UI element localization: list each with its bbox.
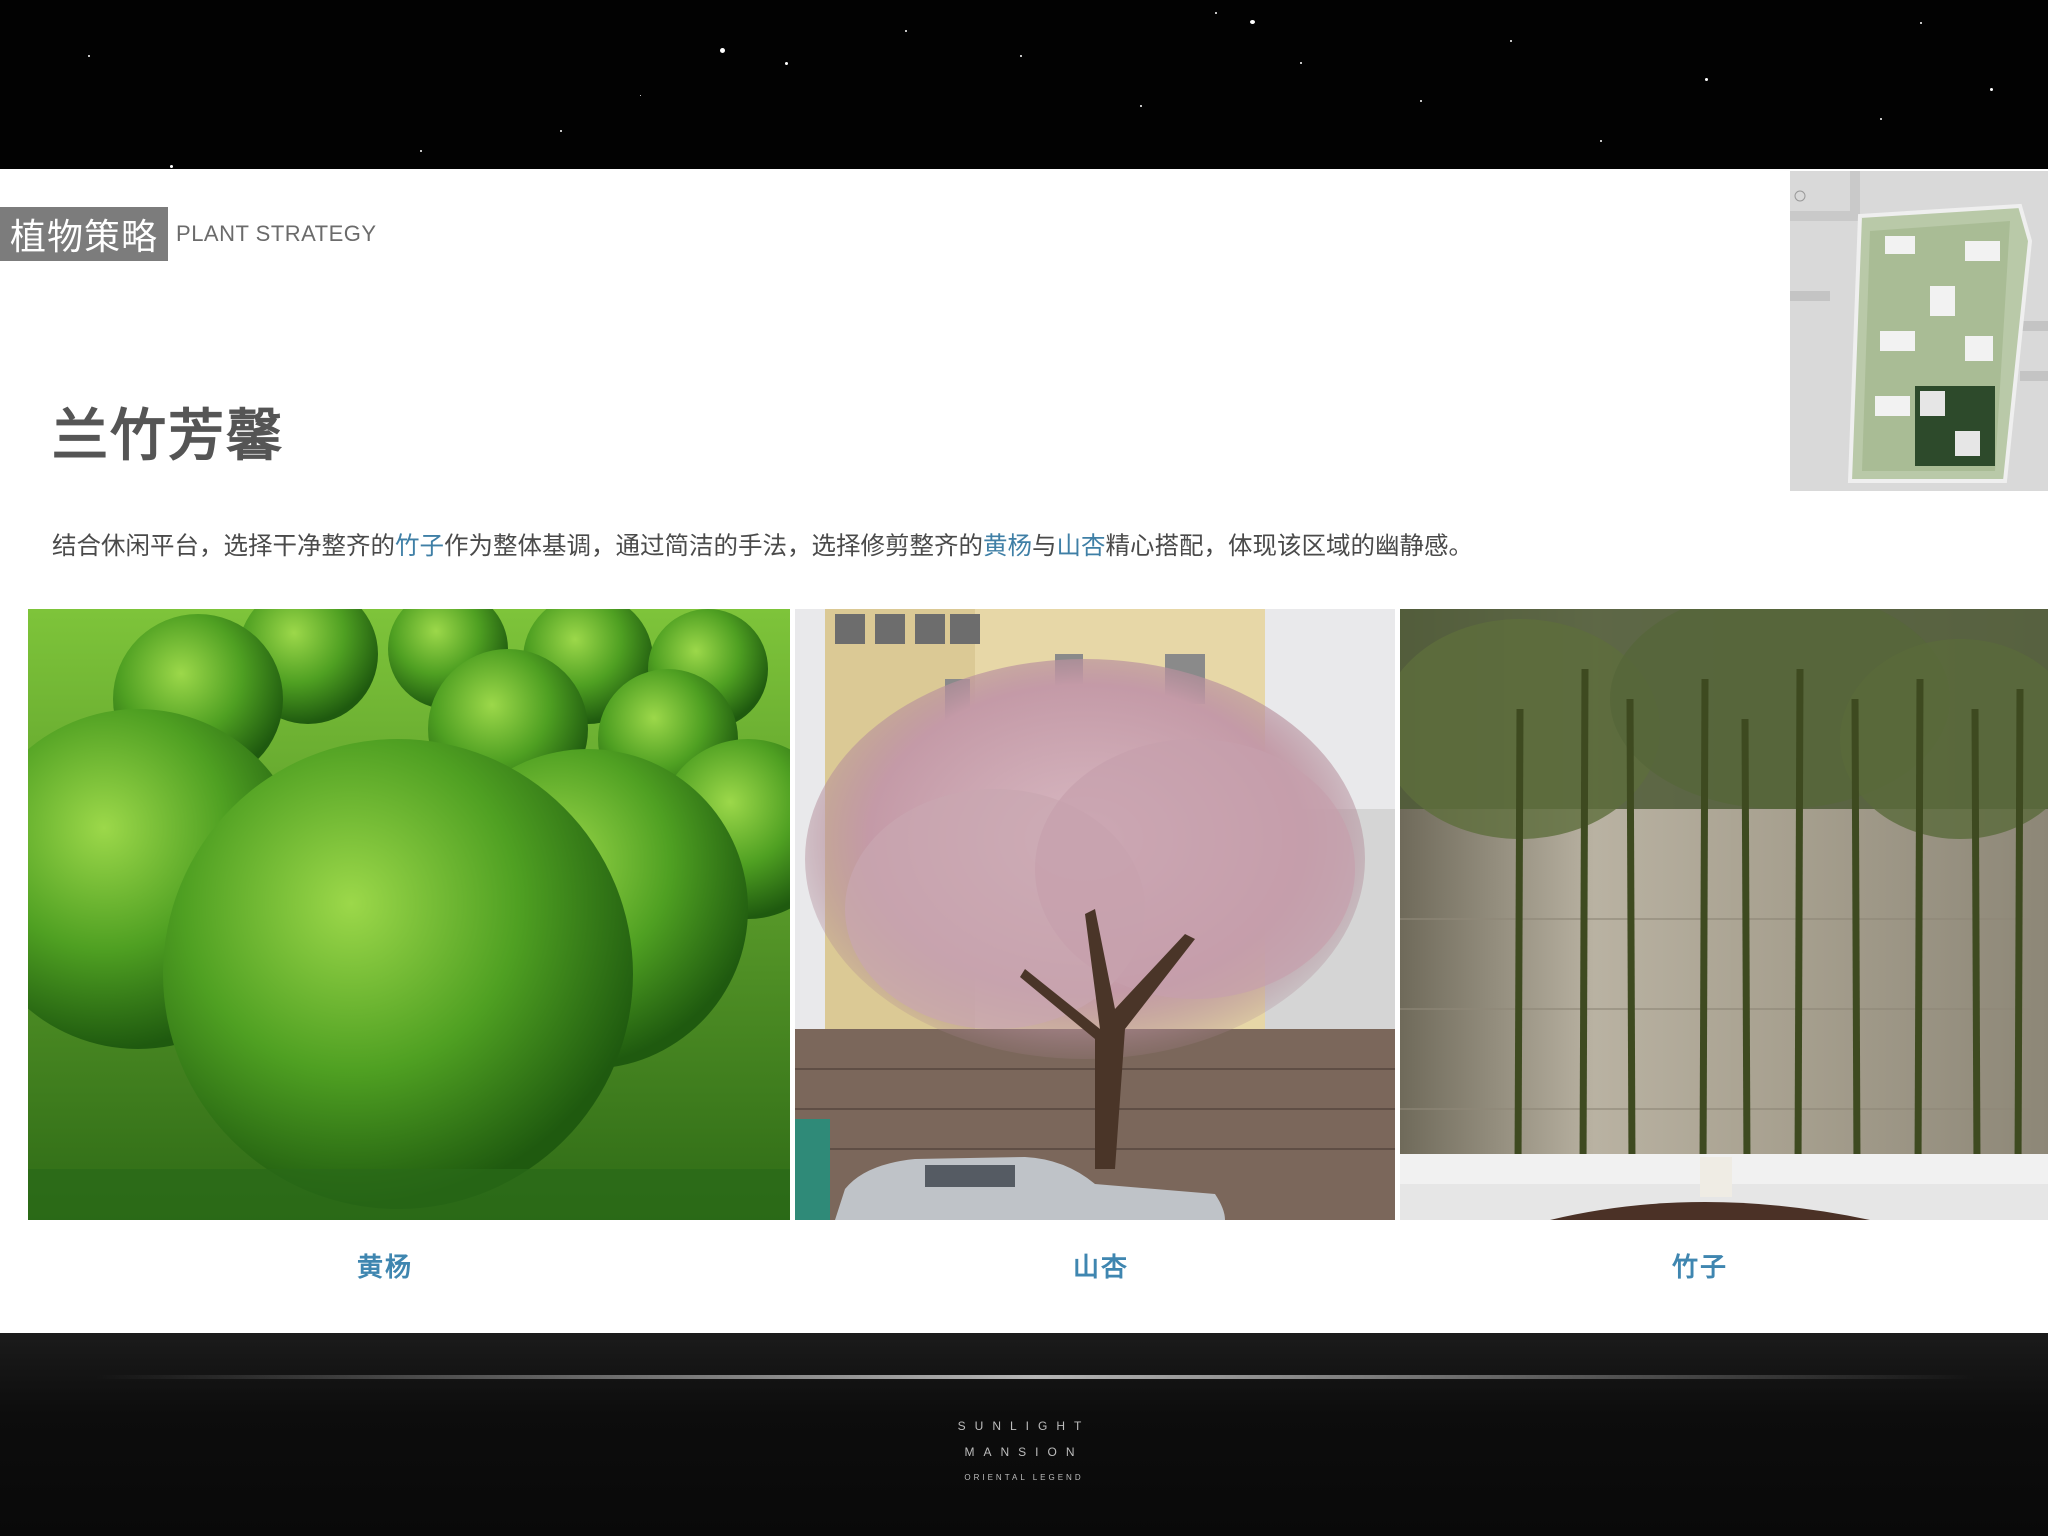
brand-line-3: ORIENTAL LEGEND <box>964 1473 1084 1482</box>
desc-plant-bamboo: 竹子 <box>395 531 444 560</box>
footer-band: SUNLIGHT MANSION ORIENTAL LEGEND <box>0 1333 2048 1536</box>
section-tag: 植物策略 PLANT STRATEGY <box>0 207 377 261</box>
caption-apricot: 山杏 <box>1072 1253 1129 1283</box>
caption-bamboo: 竹子 <box>1671 1253 1728 1283</box>
section-label-en: PLANT STRATEGY <box>176 221 377 246</box>
boxwood-photo <box>28 609 790 1220</box>
description: 结合休闲平台，选择干净整齐的竹子作为整体基调，通过简洁的手法，选择修剪整齐的黄杨… <box>52 527 1752 562</box>
desc-part-4: 精心搭配，体现该区域的幽静感。 <box>1105 531 1474 560</box>
headline: 兰竹芳馨 <box>52 404 284 469</box>
brand-line-1: SUNLIGHT <box>957 1419 1091 1433</box>
site-plan-thumbnail <box>1790 171 2048 491</box>
apricot-photo <box>795 609 1395 1220</box>
desc-part-2: 作为整体基调，通过简洁的手法，选择修剪整齐的 <box>444 531 983 560</box>
desc-plant-boxwood: 黄杨 <box>983 531 1032 560</box>
footer-divider <box>95 1375 1975 1379</box>
brand-line-2: MANSION <box>964 1445 1084 1459</box>
desc-part-3: 与 <box>1032 531 1057 560</box>
bamboo-photo <box>1400 609 2048 1220</box>
slide-panel: 植物策略 PLANT STRATEGY 兰竹芳馨 结合休闲平台，选择干净整齐的竹… <box>0 169 2048 1333</box>
desc-part-1: 结合休闲平台，选择干净整齐的 <box>52 531 395 560</box>
desc-plant-apricot: 山杏 <box>1056 531 1106 560</box>
top-starfield-band <box>0 0 2048 169</box>
caption-boxwood: 黄杨 <box>356 1253 413 1283</box>
section-label-cn: 植物策略 <box>0 207 169 261</box>
